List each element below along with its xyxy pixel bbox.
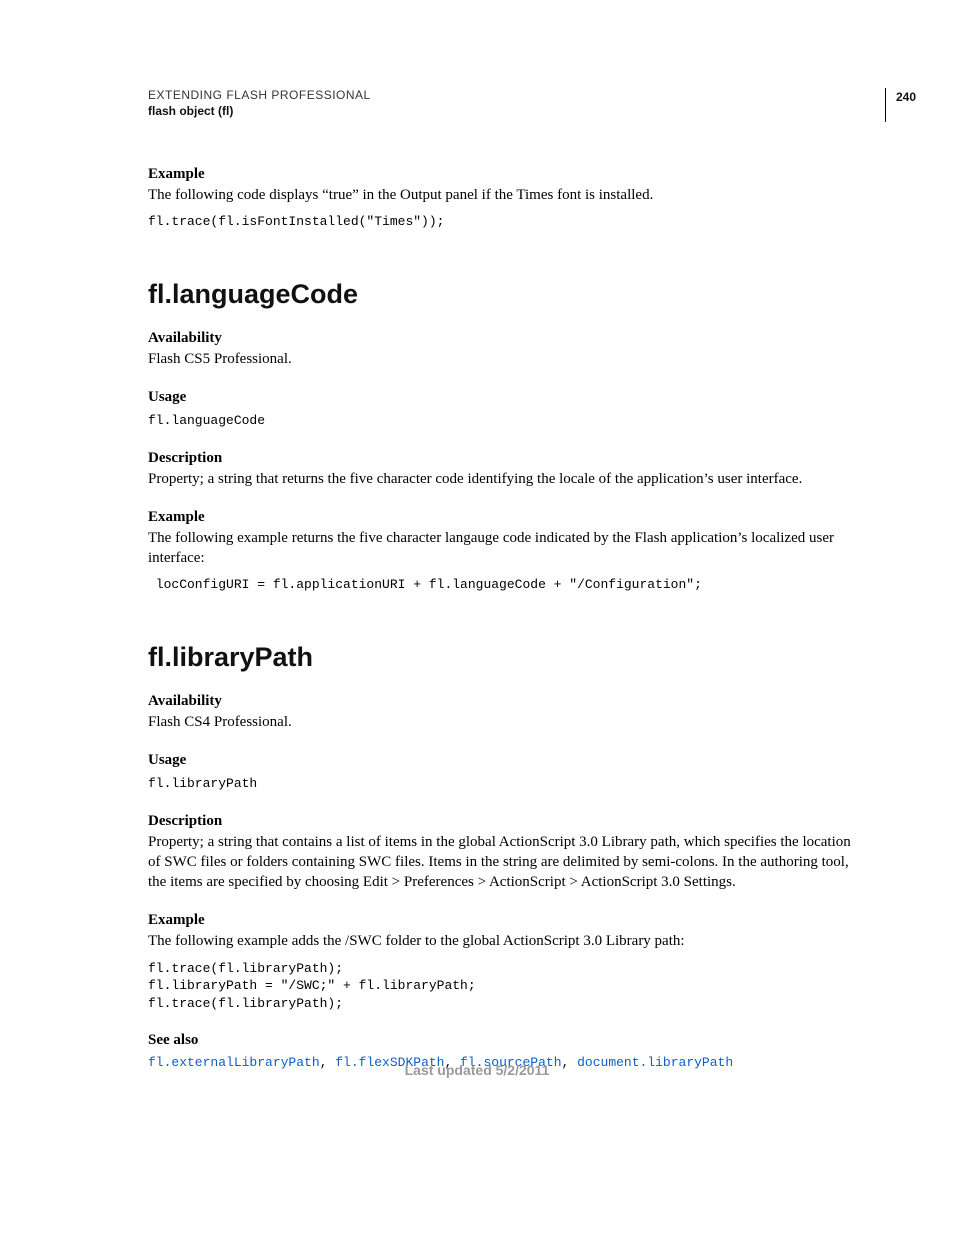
example-label: Example — [148, 166, 854, 183]
example-label: Example — [148, 509, 854, 526]
usage-label: Usage — [148, 389, 854, 406]
example-text: The following example adds the /SWC fold… — [148, 931, 854, 951]
example-label: Example — [148, 912, 854, 929]
header-subtitle: flash object (fl) — [148, 104, 854, 118]
footer-updated: Last updated 5/2/2011 — [0, 1062, 954, 1078]
usage-code: fl.libraryPath — [148, 775, 854, 793]
usage-code: fl.languageCode — [148, 412, 854, 430]
description-text: Property; a string that returns the five… — [148, 469, 854, 489]
description-label: Description — [148, 813, 854, 830]
see-also-label: See also — [148, 1032, 854, 1049]
availability-text: Flash CS4 Professional. — [148, 712, 854, 732]
section-title-languagecode: fl.languageCode — [148, 279, 854, 310]
example-text: The following example returns the five c… — [148, 528, 854, 569]
description-text: Property; a string that contains a list … — [148, 832, 854, 893]
code-block: fl.trace(fl.libraryPath); fl.libraryPath… — [148, 960, 854, 1013]
page-number: 240 — [885, 88, 916, 122]
section-title-librarypath: fl.libraryPath — [148, 642, 854, 673]
header-title: EXTENDING FLASH PROFESSIONAL — [148, 88, 854, 102]
availability-label: Availability — [148, 330, 854, 347]
page-header: EXTENDING FLASH PROFESSIONAL flash objec… — [148, 88, 854, 118]
document-page: EXTENDING FLASH PROFESSIONAL flash objec… — [0, 0, 954, 1118]
availability-label: Availability — [148, 693, 854, 710]
code-block: fl.trace(fl.isFontInstalled("Times")); — [148, 213, 854, 231]
description-label: Description — [148, 450, 854, 467]
usage-label: Usage — [148, 752, 854, 769]
availability-text: Flash CS5 Professional. — [148, 349, 854, 369]
code-block: locConfigURI = fl.applicationURI + fl.la… — [148, 576, 854, 594]
example-text: The following code displays “true” in th… — [148, 185, 854, 205]
